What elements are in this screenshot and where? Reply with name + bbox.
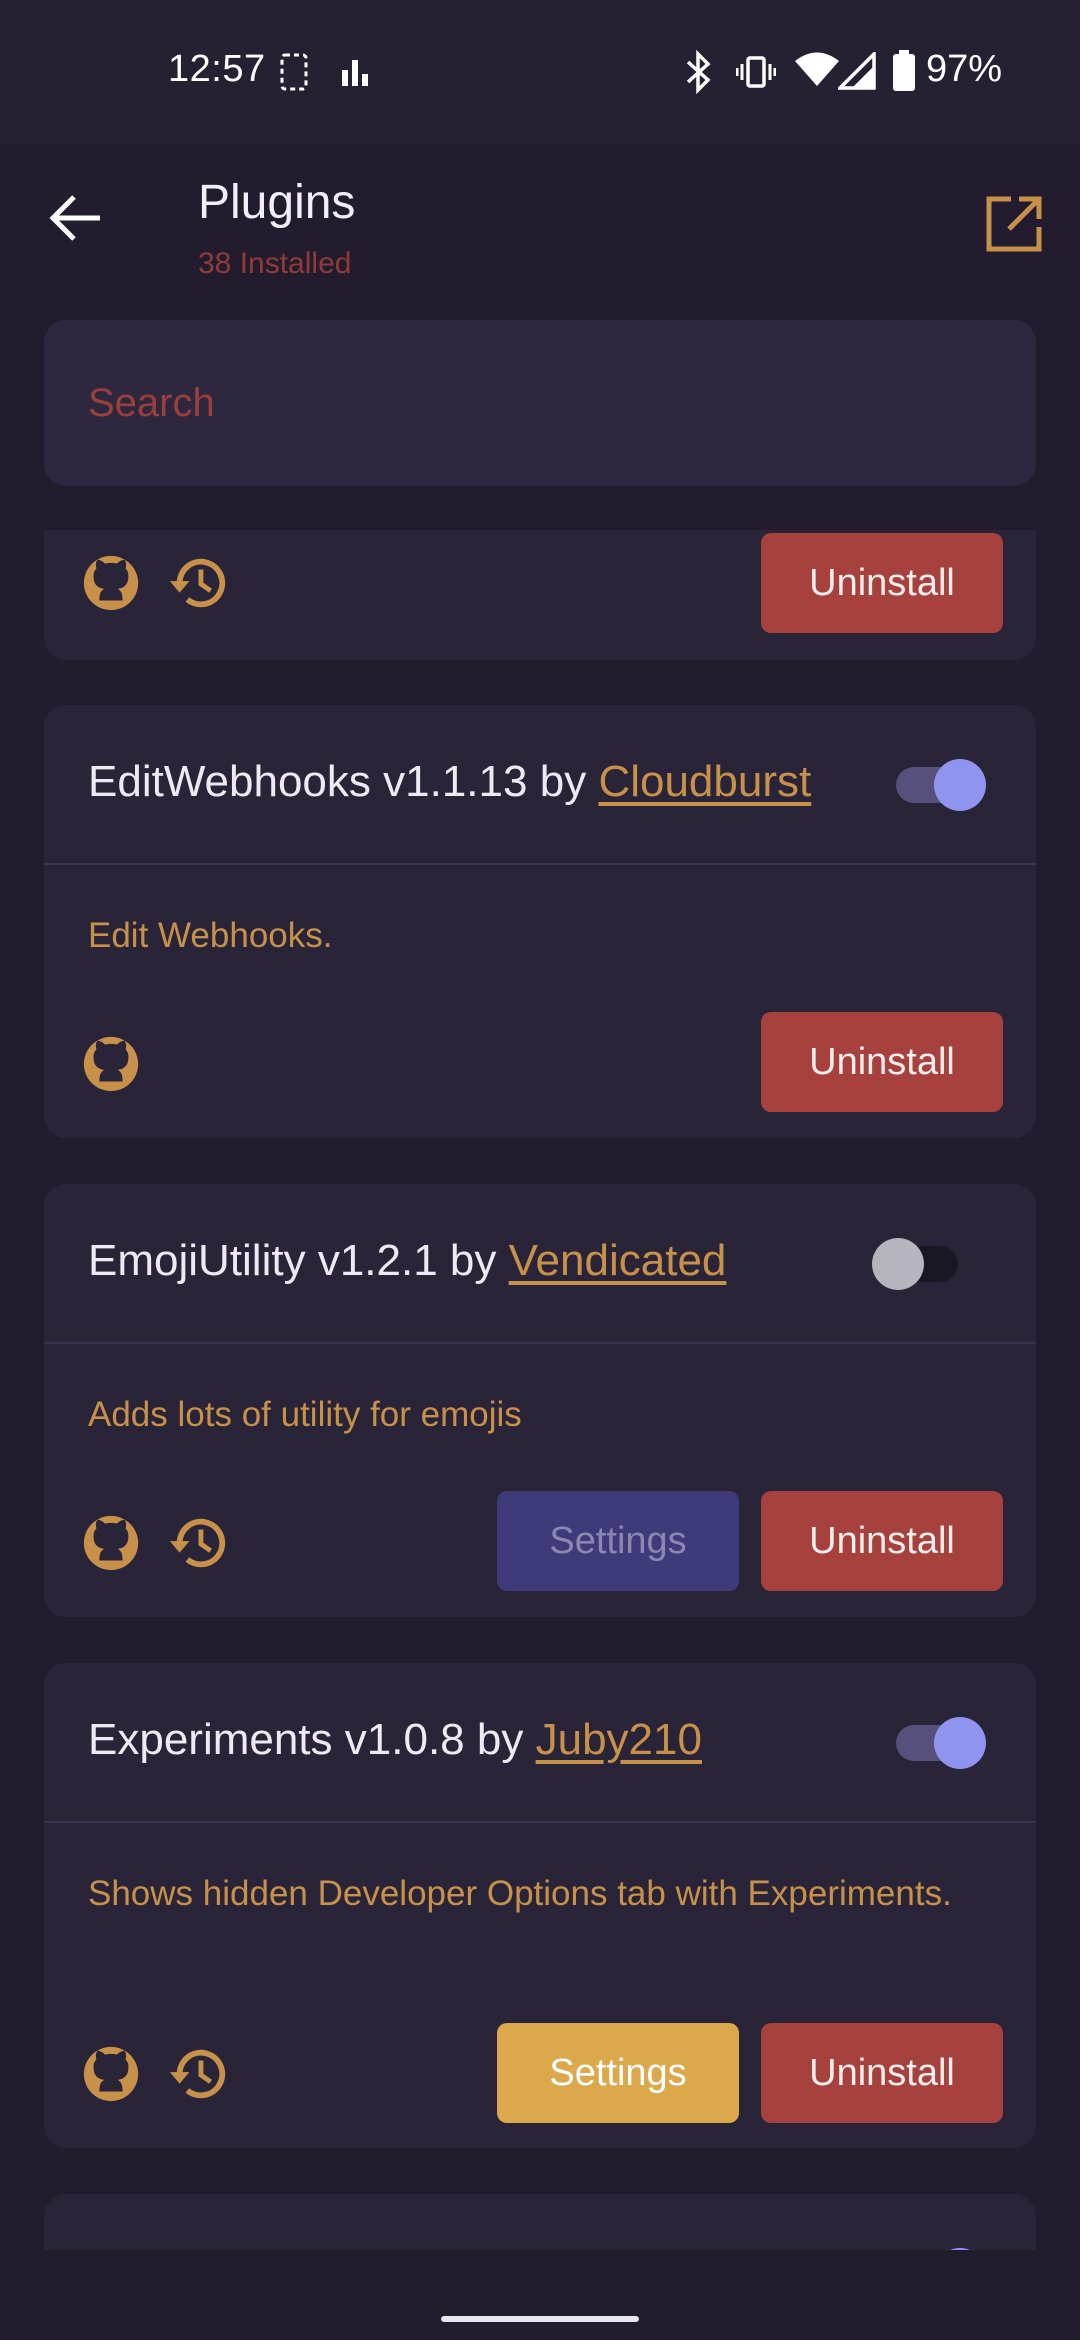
author-link[interactable]: Vendicated — [509, 1236, 727, 1285]
plugin-card-header: EditWebhooks v1.1.13 by Cloudburst — [44, 705, 1036, 865]
plugin-card-editwebhooks: EditWebhooks v1.1.13 by Cloudburst Edit … — [44, 705, 1036, 1138]
data-usage-icon — [342, 60, 368, 86]
plugin-name: EditWebhooks — [88, 757, 371, 806]
github-icon[interactable] — [80, 2043, 142, 2105]
toggle-knob — [872, 1238, 924, 1290]
plugin-list: Uninstall EditWebhooks v1.1.13 by Cloudb… — [0, 530, 1080, 2250]
battery-percentage: 97% — [926, 48, 1003, 90]
plugin-card-emojiutility: EmojiUtility v1.2.1 by Vendicated Adds l… — [44, 1184, 1036, 1617]
history-icon[interactable] — [168, 2043, 230, 2105]
author-link[interactable]: Cloudburst — [598, 757, 811, 806]
plugin-description: Shows hidden Developer Options tab with … — [88, 1874, 952, 1913]
plugin-by: by — [476, 1715, 524, 1764]
plugin-card-experiments: Experiments v1.0.8 by Juby210 Shows hidd… — [44, 1663, 1036, 2148]
history-icon[interactable] — [168, 552, 230, 614]
search-input[interactable] — [88, 370, 988, 436]
screenshot-icon — [280, 53, 308, 91]
settings-button[interactable]: Settings — [497, 1491, 739, 1591]
plugin-card-header: Experiments v1.0.8 by Juby210 — [44, 1663, 1036, 1823]
back-arrow-icon[interactable] — [44, 185, 110, 251]
history-icon[interactable] — [168, 1512, 230, 1574]
open-external-icon[interactable] — [985, 195, 1043, 253]
plugin-by: by — [449, 1236, 497, 1285]
plugin-enable-toggle[interactable] — [896, 2248, 986, 2250]
toggle-knob — [934, 1717, 986, 1769]
wifi-icon — [795, 52, 839, 86]
settings-button[interactable]: Settings — [497, 2023, 739, 2123]
bluetooth-icon — [686, 50, 711, 94]
plugin-title: Experiments v1.0.8 by Juby210 — [88, 1715, 702, 1765]
app-header: Plugins 38 Installed — [0, 145, 1080, 315]
uninstall-button[interactable]: Uninstall — [761, 1012, 1003, 1112]
uninstall-button[interactable]: Uninstall — [761, 1491, 1003, 1591]
plugin-title: EditWebhooks v1.1.13 by Cloudburst — [88, 757, 811, 807]
plugin-version: v1.2.1 — [317, 1236, 438, 1285]
plugin-title: EmojiUtility v1.2.1 by Vendicated — [88, 1236, 726, 1286]
toggle-knob — [934, 759, 986, 811]
home-indicator[interactable] — [441, 2316, 639, 2322]
github-icon[interactable] — [80, 1512, 142, 1574]
plugin-enable-toggle[interactable] — [896, 759, 986, 811]
status-time: 12:57 — [168, 48, 266, 90]
cell-signal-icon — [838, 52, 876, 90]
uninstall-button[interactable]: Uninstall — [761, 2023, 1003, 2123]
plugin-enable-toggle[interactable] — [872, 1238, 962, 1290]
plugin-description: Adds lots of utility for emojis — [88, 1395, 522, 1434]
plugin-name: EmojiUtility — [88, 1236, 306, 1285]
status-bar: 12:57 97% — [0, 0, 1080, 145]
plugin-version: v1.0.8 — [344, 1715, 465, 1764]
github-icon[interactable] — [80, 1033, 142, 1095]
toggle-knob — [934, 2248, 986, 2250]
plugin-enable-toggle[interactable] — [896, 1717, 986, 1769]
search-box — [44, 320, 1036, 486]
installed-count: 38 Installed — [198, 247, 352, 280]
uninstall-button[interactable]: Uninstall — [761, 533, 1003, 633]
plugin-description: Edit Webhooks. — [88, 916, 333, 955]
page-title: Plugins — [198, 176, 356, 229]
battery-icon — [893, 50, 915, 91]
vibrate-icon — [736, 56, 776, 88]
github-icon[interactable] — [80, 552, 142, 614]
plugin-card — [44, 2194, 1036, 2250]
plugin-card-header: EmojiUtility v1.2.1 by Vendicated — [44, 1184, 1036, 1344]
plugin-version: v1.1.13 — [383, 757, 528, 806]
plugin-name: Experiments — [88, 1715, 333, 1764]
plugin-card: Uninstall — [44, 530, 1036, 660]
plugin-by: by — [539, 757, 587, 806]
author-link[interactable]: Juby210 — [536, 1715, 702, 1764]
